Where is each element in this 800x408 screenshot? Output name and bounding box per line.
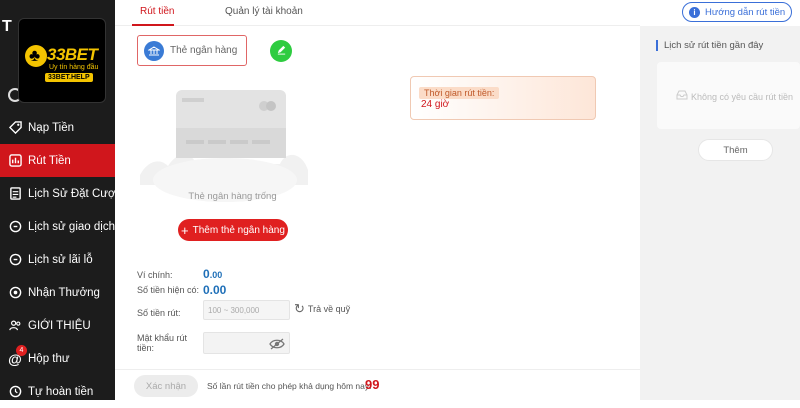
clipboard-icon	[8, 187, 22, 201]
history-title-bar	[656, 40, 658, 51]
tab-active-indicator	[132, 24, 174, 26]
sidebar-item-label: Lịch sử giao dịch	[28, 220, 115, 233]
sidebar-item-label: GIỚI THIỆU	[28, 319, 91, 332]
daily-limit-value: 99	[365, 377, 380, 392]
sidebar-item-transaction-history[interactable]: Lịch sử giao dịch	[0, 210, 115, 243]
withdraw-time-box: Thời gian rút tiền: 24 giờ	[410, 76, 596, 120]
wallet-label: Ví chính:	[137, 270, 173, 280]
password-label-line2: tiền:	[137, 343, 155, 353]
balance-value: 0.00	[203, 283, 227, 297]
pencil-icon	[276, 44, 287, 58]
inbox-badge: 4	[16, 345, 27, 356]
sidebar-item-label: Rút Tiền	[28, 154, 71, 167]
inbox-icon	[676, 90, 688, 103]
sidebar-item-bet-history[interactable]: Lịch Sử Đặt Cược	[0, 177, 121, 210]
amount-placeholder: 100 ~ 300,000	[208, 305, 260, 315]
history-more-button[interactable]: Thêm	[698, 139, 773, 161]
users-icon	[8, 319, 22, 333]
sidebar-item-deposit[interactable]: Nạp Tiền	[0, 111, 115, 144]
sidebar-item-label: Tự hoàn tiền	[28, 385, 94, 398]
logo[interactable]: 33BET Uy tín hàng đầu 33BET.HELP	[18, 18, 106, 103]
wallet-value-int: 0	[203, 267, 210, 281]
sidebar-item-profit-history[interactable]: Lịch sử lãi lỗ	[0, 243, 115, 276]
history-empty: Không có yêu cầu rút tiền	[676, 90, 793, 103]
plus-icon: +	[181, 222, 189, 238]
sidebar-item-label: Nạp Tiền	[28, 121, 75, 134]
sidebar: T 33BET Uy tín hàng đầu 33BET.HELP Nạp T…	[0, 0, 121, 400]
edit-button[interactable]	[270, 40, 292, 62]
logo-tagline: Uy tín hàng đầu	[49, 64, 99, 71]
withdraw-icon	[8, 154, 22, 168]
empty-card-text: Thẻ ngân hàng trống	[188, 191, 277, 202]
withdraw-password-input[interactable]	[203, 332, 290, 354]
withdraw-time-value: 24 giờ	[421, 99, 450, 110]
bank-icon	[144, 40, 164, 61]
logo-brand: 33BET	[47, 45, 98, 64]
sidebar-item-referral[interactable]: GIỚI THIỆU	[0, 309, 115, 342]
refresh-icon: ↻	[294, 301, 305, 316]
bank-card-label: Thẻ ngân hàng	[170, 45, 238, 56]
balance-label: Số tiền hiện có:	[137, 285, 200, 295]
clover-icon	[25, 45, 47, 67]
logo-site: 33BET.HELP	[45, 73, 93, 82]
history-empty-text: Không có yêu cầu rút tiền	[691, 91, 794, 102]
tab-bar: Rút tiền Quản lý tài khoản	[115, 0, 640, 26]
sidebar-partial-letter: T	[2, 18, 12, 35]
amount-input[interactable]: 100 ~ 300,000	[203, 300, 290, 320]
tab-withdraw[interactable]: Rút tiền	[140, 6, 174, 17]
gift-icon	[8, 286, 22, 300]
wallet-value-decimals: .00	[209, 270, 223, 280]
history-title: Lịch sử rút tiền gần đây	[656, 40, 763, 51]
daily-limit-text: Số lần rút tiền cho phép khả dụng hôm na…	[207, 381, 372, 391]
eye-icon[interactable]	[269, 337, 285, 350]
wallet-value: 0.00	[203, 267, 222, 281]
add-card-label: Thêm thẻ ngân hàng	[192, 224, 285, 236]
refund-icon	[8, 385, 22, 399]
history-icon	[8, 253, 22, 267]
sidebar-item-label: Nhận Thưởng	[28, 286, 100, 299]
sidebar-item-label: Hộp thư	[28, 352, 70, 365]
bank-card-tab[interactable]: Thẻ ngân hàng	[137, 35, 247, 66]
sidebar-item-auto-refund[interactable]: Tự hoàn tiền	[0, 375, 115, 408]
confirm-button[interactable]: Xác nhận	[134, 375, 198, 397]
sidebar-menu: Nạp Tiền Rút Tiền Lịch Sử Đặt Cược Lịch …	[0, 111, 121, 408]
tab-account-management[interactable]: Quản lý tài khoản	[225, 6, 303, 17]
sidebar-item-label: Lịch sử lãi lỗ	[28, 253, 93, 266]
tag-icon	[8, 121, 22, 135]
history-icon	[8, 220, 22, 234]
info-icon: i	[689, 6, 700, 18]
return-to-fund-button[interactable]: ↻ Trả về quỹ	[294, 302, 350, 315]
return-to-fund-label: Trả về quỹ	[307, 303, 351, 314]
withdraw-guide-button[interactable]: i Hướng dẫn rút tiền	[682, 2, 792, 22]
add-bank-card-button[interactable]: + Thêm thẻ ngân hàng	[178, 219, 288, 241]
history-title-text: Lịch sử rút tiền gần đây	[664, 40, 764, 51]
amount-label: Số tiền rút:	[137, 308, 181, 318]
guide-button-label: Hướng dẫn rút tiền	[705, 6, 786, 18]
withdraw-time-label: Thời gian rút tiền:	[419, 87, 500, 99]
sidebar-item-rewards[interactable]: Nhận Thưởng	[0, 276, 115, 309]
password-label-line1: Mật khẩu rút	[137, 333, 188, 343]
sidebar-item-label: Lịch Sử Đặt Cược	[28, 187, 122, 200]
sidebar-item-inbox[interactable]: @ 4 Hộp thư	[0, 342, 115, 375]
sidebar-item-withdraw[interactable]: Rút Tiền	[0, 144, 115, 177]
